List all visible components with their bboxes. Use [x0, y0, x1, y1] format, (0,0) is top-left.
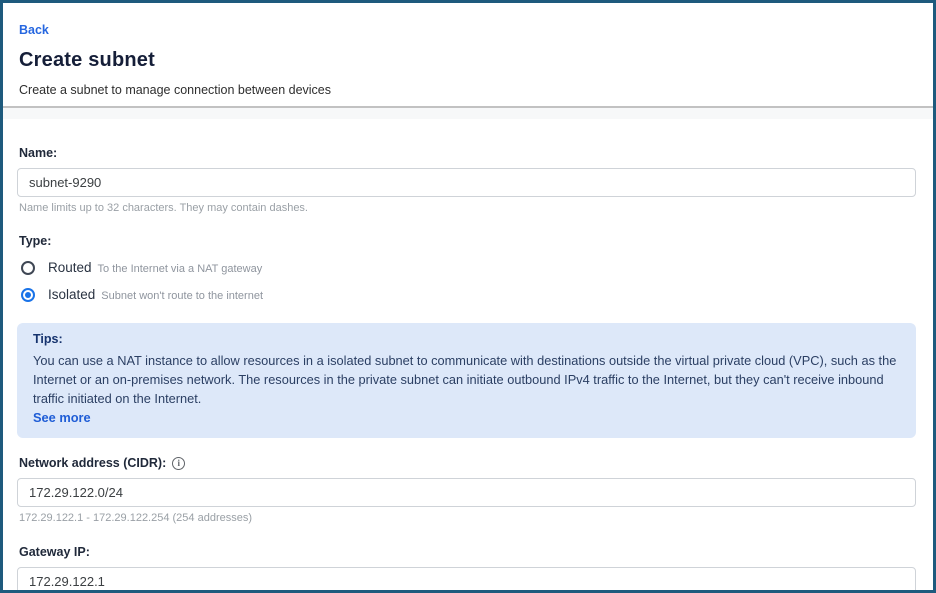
- see-more-link[interactable]: See more: [33, 410, 91, 425]
- name-input[interactable]: [17, 168, 916, 197]
- tips-title: Tips:: [33, 332, 900, 346]
- radio-selected-icon[interactable]: [21, 288, 35, 302]
- header-divider: [3, 108, 933, 119]
- gateway-label: Gateway IP:: [19, 545, 916, 559]
- radio-routed-description: To the Internet via a NAT gateway: [98, 261, 263, 275]
- tips-callout: Tips: You can use a NAT instance to allo…: [17, 323, 916, 438]
- cidr-label-text: Network address (CIDR):: [19, 456, 166, 470]
- page-header: Back Create subnet Create a subnet to ma…: [3, 3, 933, 108]
- name-label: Name:: [19, 146, 916, 160]
- cidr-input[interactable]: [17, 478, 916, 507]
- form-content: Name: Name limits up to 32 characters. T…: [3, 119, 933, 593]
- radio-unselected-icon[interactable]: [21, 261, 35, 275]
- gateway-section: Gateway IP:: [17, 545, 916, 593]
- type-option-routed[interactable]: Routed To the Internet via a NAT gateway: [21, 260, 916, 275]
- type-label: Type:: [19, 234, 916, 248]
- type-section: Type: Routed To the Internet via a NAT g…: [17, 234, 916, 302]
- page-title: Create subnet: [19, 49, 917, 72]
- name-helper: Name limits up to 32 characters. They ma…: [19, 202, 916, 214]
- tips-body: You can use a NAT instance to allow reso…: [33, 351, 900, 408]
- back-link[interactable]: Back: [19, 23, 49, 37]
- create-subnet-page: Back Create subnet Create a subnet to ma…: [0, 0, 936, 593]
- info-icon[interactable]: i: [172, 457, 185, 470]
- name-section: Name: Name limits up to 32 characters. T…: [17, 146, 916, 214]
- type-option-isolated[interactable]: Isolated Subnet won't route to the inter…: [21, 287, 916, 302]
- radio-isolated-description: Subnet won't route to the internet: [101, 288, 263, 302]
- gateway-input[interactable]: [17, 567, 916, 593]
- radio-routed-label: Routed: [48, 260, 92, 275]
- radio-isolated-label: Isolated: [48, 287, 95, 302]
- cidr-section: Network address (CIDR): i 172.29.122.1 -…: [17, 456, 916, 524]
- cidr-helper: 172.29.122.1 - 172.29.122.254 (254 addre…: [19, 512, 916, 524]
- page-subtitle: Create a subnet to manage connection bet…: [19, 83, 917, 97]
- cidr-label: Network address (CIDR): i: [19, 456, 916, 470]
